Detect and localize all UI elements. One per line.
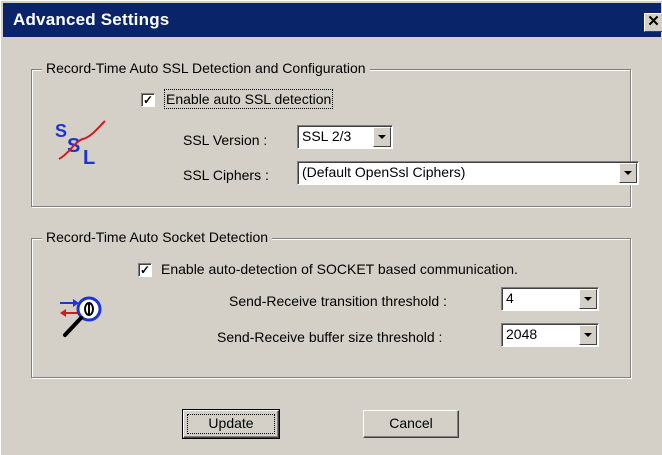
title-bar[interactable]: Advanced Settings ✕: [3, 3, 662, 37]
transition-threshold-value: 4: [506, 290, 514, 306]
advanced-settings-dialog: Advanced Settings ✕ Record-Time Auto SSL…: [0, 0, 662, 455]
transition-threshold-label: Send-Receive transition threshold :: [229, 293, 447, 309]
ssl-version-value: SSL 2/3: [302, 128, 352, 144]
svg-text:L: L: [83, 147, 95, 169]
enable-socket-detection-checkbox[interactable]: ✓: [138, 263, 152, 277]
buffer-threshold-select[interactable]: 2048: [501, 323, 599, 347]
enable-ssl-detection-checkbox[interactable]: ✓: [141, 93, 155, 107]
close-button[interactable]: ✕: [644, 13, 662, 32]
chevron-down-icon[interactable]: [373, 127, 391, 147]
window-title: Advanced Settings: [13, 10, 170, 29]
ssl-version-label: SSL Version :: [183, 132, 268, 148]
close-icon: ✕: [647, 13, 660, 30]
socket-detection-icon: [59, 293, 109, 339]
ssl-ciphers-value: (Default OpenSsl Ciphers): [302, 164, 466, 180]
focus-rect: [187, 414, 275, 434]
buffer-threshold-label: Send-Receive buffer size threshold :: [217, 329, 443, 345]
socket-group-label: Record-Time Auto Socket Detection: [42, 229, 273, 245]
cancel-button-label: Cancel: [389, 415, 433, 431]
enable-ssl-detection-label[interactable]: Enable auto SSL detection: [163, 89, 334, 109]
ssl-group-label: Record-Time Auto SSL Detection and Confi…: [42, 60, 370, 76]
chevron-down-icon[interactable]: [579, 325, 597, 345]
chevron-down-icon[interactable]: [619, 163, 637, 183]
chevron-down-icon[interactable]: [579, 289, 597, 309]
transition-threshold-select[interactable]: 4: [501, 287, 599, 311]
enable-socket-detection-label[interactable]: Enable auto-detection of SOCKET based co…: [161, 261, 518, 277]
ssl-icon: S S L: [53, 119, 113, 169]
cancel-button[interactable]: Cancel: [363, 410, 459, 438]
svg-text:S: S: [55, 121, 67, 141]
ssl-ciphers-select[interactable]: (Default OpenSsl Ciphers): [297, 161, 639, 185]
buffer-threshold-value: 2048: [506, 326, 538, 342]
ssl-version-select[interactable]: SSL 2/3: [297, 125, 393, 149]
ssl-ciphers-label: SSL Ciphers :: [183, 167, 269, 183]
update-button[interactable]: Update: [182, 409, 280, 439]
